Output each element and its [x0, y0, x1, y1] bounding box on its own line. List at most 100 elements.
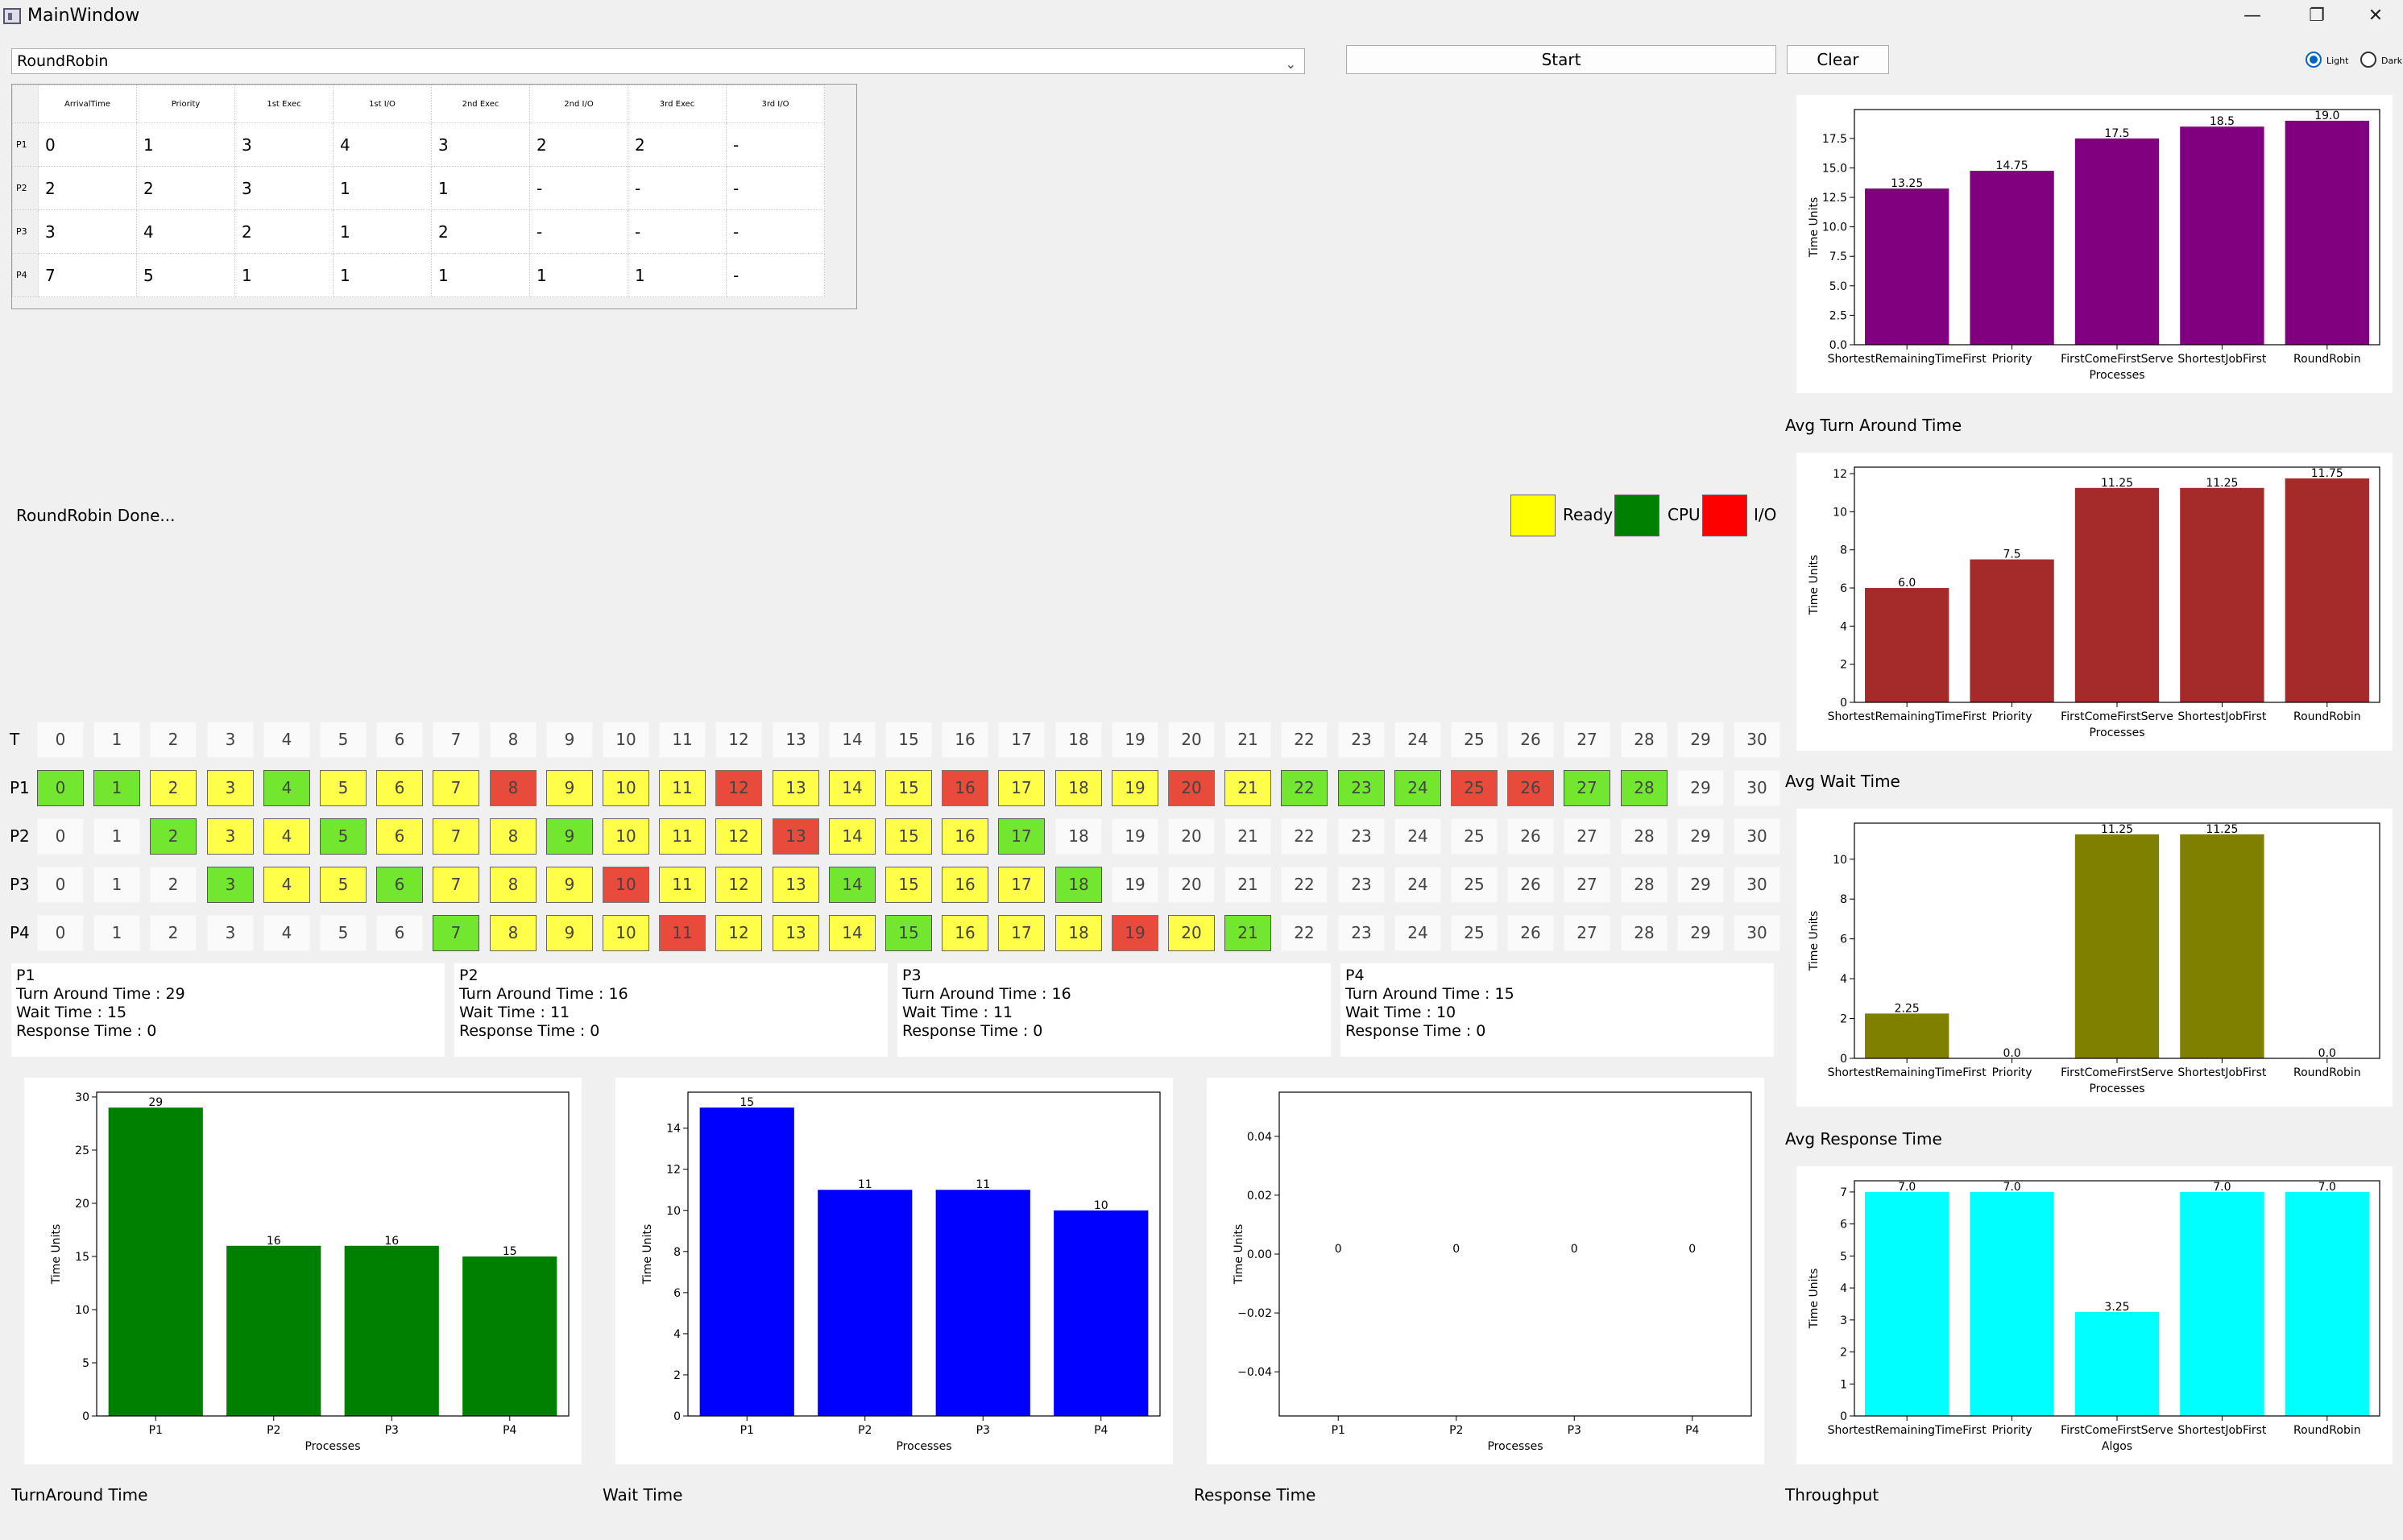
table-cell[interactable]: 1: [234, 253, 334, 297]
table-cell[interactable]: 2: [136, 166, 235, 210]
timeline-cell: 0: [37, 770, 84, 806]
bar: [1054, 1210, 1149, 1416]
timeline-cell: 8: [490, 770, 537, 806]
x-axis-label: Processes: [305, 1440, 360, 1453]
process-stats-card: P1 Turn Around Time : 29 Wait Time : 15 …: [11, 963, 445, 1057]
table-cell[interactable]: 1: [628, 253, 727, 297]
table-cell[interactable]: 1: [431, 166, 530, 210]
close-button[interactable]: ✕: [2349, 0, 2402, 32]
timeline-tick: 16: [942, 722, 988, 758]
status-text: RoundRobin Done...: [16, 506, 176, 525]
table-cell[interactable]: 1: [136, 122, 235, 167]
table-cell[interactable]: -: [628, 209, 727, 254]
clear-button[interactable]: Clear: [1787, 45, 1889, 74]
table-cell[interactable]: -: [726, 166, 825, 210]
bar: [2074, 487, 2160, 702]
table-cell[interactable]: 1: [333, 253, 432, 297]
timeline-cell: 16: [942, 818, 988, 855]
x-tick-label: Priority: [1992, 710, 2032, 723]
timeline-cell: 28: [1621, 770, 1668, 806]
timeline-cell: 9: [546, 915, 593, 951]
table-cell[interactable]: -: [726, 253, 825, 297]
timeline-cell: 18: [1055, 915, 1102, 951]
timeline-cell: 10: [603, 867, 649, 903]
timeline-cell: 22: [1281, 915, 1328, 951]
x-tick-label: P4: [1094, 1424, 1108, 1437]
bar: [1970, 1191, 2054, 1416]
bar: [2180, 834, 2264, 1058]
y-axis-label: Time Units: [1808, 1269, 1821, 1330]
bar-value-label: 7.0: [1898, 1181, 1916, 1194]
table-cell[interactable]: -: [628, 166, 727, 210]
table-cell[interactable]: 0: [38, 122, 137, 167]
bar-value-label: 7.5: [2003, 549, 2020, 561]
table-cell[interactable]: -: [529, 209, 628, 254]
table-cell[interactable]: -: [726, 122, 825, 167]
table-cell[interactable]: -: [726, 209, 825, 254]
timeline-tick: 15: [885, 722, 932, 758]
table-cell[interactable]: 4: [333, 122, 432, 167]
timeline-cell: 19: [1112, 770, 1158, 806]
stats-wait: Wait Time : 11: [902, 1004, 1013, 1021]
timeline-cell: 24: [1394, 770, 1441, 806]
theme-light-radio[interactable]: [2306, 52, 2322, 68]
x-tick-label: RoundRobin: [2293, 710, 2361, 723]
timeline-tick: 4: [263, 722, 310, 758]
table-cell[interactable]: 1: [333, 166, 432, 210]
restore-button[interactable]: ❐: [2285, 0, 2349, 32]
table-cell[interactable]: -: [529, 166, 628, 210]
y-axis-label: Time Units: [641, 1224, 654, 1285]
x-tick-label: ShortestJobFirst: [2177, 353, 2267, 366]
minimize-button[interactable]: —: [2220, 0, 2285, 32]
x-axis-label: Processes: [2089, 727, 2144, 739]
table-cell[interactable]: 5: [136, 253, 235, 297]
table-cell[interactable]: 3: [431, 122, 530, 167]
algorithm-select[interactable]: RoundRobin ⌄: [11, 48, 1305, 74]
table-cell[interactable]: 1: [431, 253, 530, 297]
y-tick-label: 4: [673, 1328, 681, 1341]
y-tick-label: 5: [1840, 1250, 1847, 1263]
bar-value-label: 18.5: [2210, 115, 2235, 128]
column-header: 2nd I/O: [529, 85, 628, 123]
timeline-cell: 18: [1055, 867, 1102, 903]
table-cell[interactable]: 2: [529, 122, 628, 167]
timeline-cell: 4: [263, 818, 310, 855]
wait-chart: 0 2 4 6 8 10 12 14 15 P1 11 P2 11 P3 10 P4 Processes Time…: [615, 1078, 1173, 1464]
table-cell[interactable]: 7: [38, 253, 137, 297]
timeline-cell: 25: [1451, 770, 1498, 806]
start-button[interactable]: Start: [1346, 45, 1776, 74]
table-cell[interactable]: 3: [234, 166, 334, 210]
table-cell[interactable]: 3: [234, 122, 334, 167]
timeline-cell: 22: [1281, 770, 1328, 806]
x-axis-label: Processes: [896, 1440, 951, 1453]
table-cell[interactable]: 3: [38, 209, 137, 254]
process-table[interactable]: ArrivalTime Priority 1st Exec 1st I/O 2n…: [11, 84, 857, 309]
table-cell[interactable]: 2: [431, 209, 530, 254]
table-cell[interactable]: 1: [529, 253, 628, 297]
timeline-cell: 23: [1338, 818, 1385, 855]
x-tick-label: P3: [385, 1424, 399, 1437]
y-tick-label: 10: [75, 1304, 89, 1317]
timeline-cell: 20: [1168, 818, 1215, 855]
timeline-cell: 9: [546, 867, 593, 903]
timeline-cell: 17: [998, 770, 1045, 806]
stats-turnaround: Turn Around Time : 16: [459, 985, 628, 1003]
table-cell[interactable]: 2: [628, 122, 727, 167]
table-cell[interactable]: 2: [38, 166, 137, 210]
bar-value-label: 13.25: [1891, 177, 1923, 190]
timeline-cell: 23: [1338, 867, 1385, 903]
column-header: 3rd I/O: [726, 85, 825, 123]
timeline-tick: 0: [37, 722, 84, 758]
theme-dark-radio[interactable]: [2360, 52, 2376, 68]
stats-process-name: P4: [1345, 967, 1365, 984]
table-cell[interactable]: 2: [234, 209, 334, 254]
timeline-cell: 21: [1224, 818, 1271, 855]
timeline-cell: 12: [715, 770, 762, 806]
timeline-tick: 9: [546, 722, 593, 758]
table-cell[interactable]: 4: [136, 209, 235, 254]
timeline-cell: 11: [659, 915, 706, 951]
timeline-cell: 5: [320, 818, 367, 855]
timeline-cell: 2: [150, 818, 197, 855]
table-cell[interactable]: 1: [333, 209, 432, 254]
column-header: Priority: [136, 85, 235, 123]
